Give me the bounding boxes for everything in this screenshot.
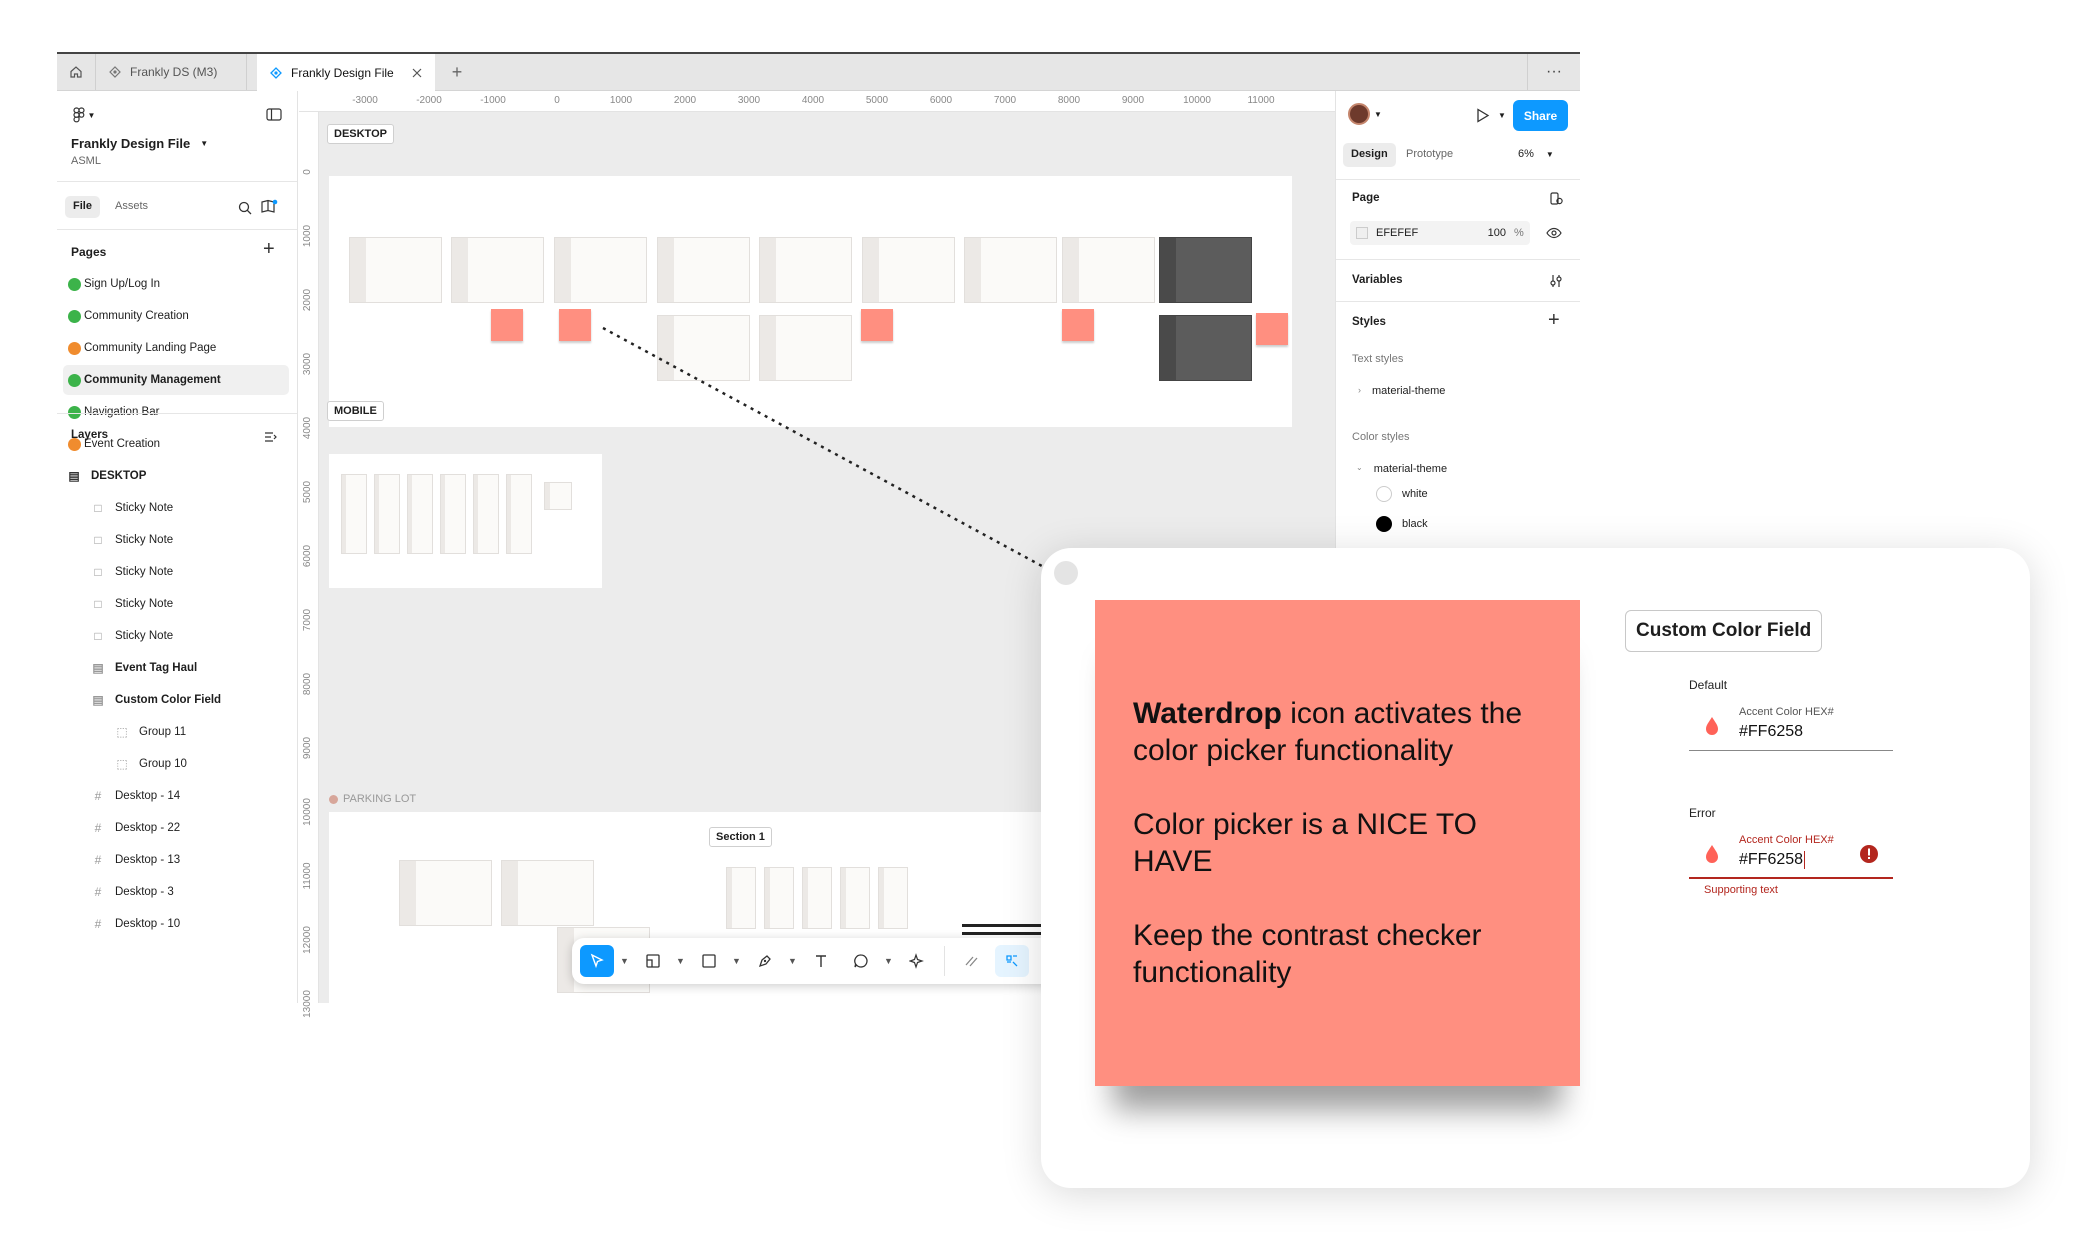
default-state-label: Default [1689, 678, 1728, 692]
sticky-paragraph-3: Keep the contrast checker functionality [1133, 919, 1482, 989]
color-field-error[interactable]: Accent Color HEX# #FF6258 [1689, 831, 1893, 879]
sticky-paragraph-2: Color picker is a NICE TO HAVE [1133, 808, 1477, 878]
supporting-text: Supporting text [1704, 884, 1778, 896]
sticky-bold-word: Waterdrop [1133, 697, 1282, 730]
zoom-callout: Waterdrop icon activates the color picke… [1041, 548, 2030, 1188]
color-field-default[interactable]: Accent Color HEX# #FF6258 [1689, 703, 1893, 751]
field-label: Accent Color HEX# [1739, 706, 1834, 718]
stage: Frankly DS (M3) Frankly Design File + ··… [0, 0, 2100, 1259]
sticky-note-large[interactable]: Waterdrop icon activates the color picke… [1095, 600, 1580, 1086]
waterdrop-icon[interactable] [1703, 715, 1721, 737]
field-value: #FF6258 [1739, 723, 1804, 740]
error-icon [1860, 845, 1878, 863]
callout-anchor-dot [1054, 561, 1078, 585]
waterdrop-icon[interactable] [1703, 843, 1721, 865]
component-title: Custom Color Field [1625, 610, 1823, 652]
field-value: #FF6258 [1739, 851, 1806, 869]
field-label: Accent Color HEX# [1739, 834, 1834, 846]
error-state-label: Error [1689, 806, 1716, 820]
sticky-paragraph-1: Waterdrop icon activates the color picke… [1133, 695, 1542, 769]
